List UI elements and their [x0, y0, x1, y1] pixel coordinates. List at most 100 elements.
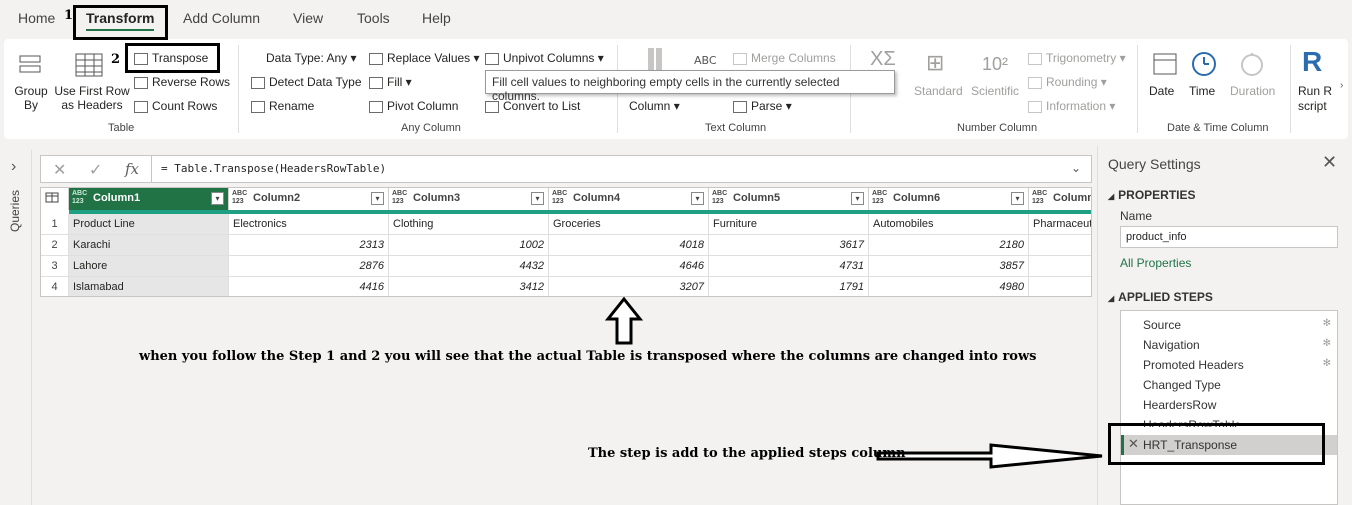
table-cell[interactable] [1029, 277, 1091, 296]
type-any-icon[interactable]: ABC 123 [552, 190, 567, 206]
column-header[interactable]: ABC 123 Column6 ▾ [869, 188, 1029, 210]
table-cell[interactable]: 2180 [869, 235, 1029, 256]
table-cell[interactable]: 4416 [229, 277, 389, 296]
date-button[interactable] [1152, 50, 1180, 81]
row-number[interactable]: 3 [41, 256, 69, 277]
group-by-button[interactable] [14, 52, 48, 81]
tab-view[interactable]: View [293, 10, 323, 26]
pivot-column-button[interactable]: Pivot Column [369, 99, 458, 113]
table-cell[interactable]: 2313 [229, 235, 389, 256]
parse-button[interactable]: Parse ▾ [733, 99, 792, 113]
table-cell[interactable]: Groceries [549, 214, 709, 235]
table-cell[interactable]: Product Line [69, 214, 229, 235]
row-number[interactable]: 2 [41, 235, 69, 256]
column-header[interactable]: ABC 123 Column4 ▾ [549, 188, 709, 210]
row-number[interactable]: 1 [41, 214, 69, 235]
gear-icon[interactable]: ✻ [1323, 338, 1331, 349]
table-cell[interactable]: 4432 [389, 256, 549, 277]
fill-button[interactable]: Fill ▾ [369, 75, 412, 89]
filter-dropdown-icon[interactable]: ▾ [371, 192, 384, 205]
rename-button[interactable]: Rename [251, 99, 314, 113]
scientific-button[interactable]: Scientific [971, 84, 1019, 98]
table-cell[interactable]: 4980 [869, 277, 1029, 296]
type-any-icon[interactable]: ABC 123 [872, 190, 887, 206]
step-heardersrow[interactable]: HeardersRow [1121, 395, 1337, 415]
commit-icon[interactable]: ✓ [89, 160, 102, 180]
standard-button[interactable]: Standard [914, 84, 963, 98]
all-properties-link[interactable]: All Properties [1120, 256, 1191, 270]
column-header[interactable]: ABC 123 Column3 ▾ [389, 188, 549, 210]
run-r-script-button[interactable]: Run R script [1298, 84, 1332, 114]
table-cell[interactable]: Islamabad [69, 277, 229, 296]
table-cell[interactable]: 3857 [869, 256, 1029, 277]
table-cell[interactable]: Clothing [389, 214, 549, 235]
table-cell[interactable]: Lahore [69, 256, 229, 277]
gear-icon[interactable]: ✻ [1323, 318, 1331, 329]
type-any-icon[interactable]: ABC 123 [1032, 190, 1047, 206]
tab-add-column[interactable]: Add Column [183, 10, 260, 26]
table-cell[interactable]: Pharmaceuticals [1029, 214, 1091, 235]
expand-formula-icon[interactable]: ⌄ [1071, 161, 1081, 175]
table-cell[interactable]: 4018 [549, 235, 709, 256]
filter-dropdown-icon[interactable]: ▾ [851, 192, 864, 205]
column-header[interactable]: ABC 123 Column7 [1029, 188, 1091, 210]
time-button[interactable] [1190, 50, 1218, 81]
formula-bar[interactable]: ✕ ✓ fx = Table.Transpose(HeadersRowTable… [40, 155, 1092, 183]
properties-header[interactable]: ◢ PROPERTIES [1108, 188, 1196, 202]
queries-label[interactable]: Queries [8, 190, 22, 232]
table-cell[interactable] [1029, 256, 1091, 277]
detect-data-type-button[interactable]: Detect Data Type [251, 75, 362, 89]
table-cell[interactable] [1029, 235, 1091, 256]
table-cell[interactable]: 1791 [709, 277, 869, 296]
step-navigation[interactable]: Navigation ✻ [1121, 335, 1337, 355]
table-cell[interactable]: 1002 [389, 235, 549, 256]
table-cell[interactable]: 3412 [389, 277, 549, 296]
column-header[interactable]: ABC 123 Column1 ▾ [69, 188, 229, 210]
table-cell[interactable]: Karachi [69, 235, 229, 256]
information-button[interactable]: Information ▾ [1028, 99, 1115, 113]
expand-queries-icon[interactable]: › [11, 158, 16, 176]
column-header[interactable]: ABC 123 Column5 ▾ [709, 188, 869, 210]
tab-tools[interactable]: Tools [357, 10, 390, 26]
type-any-icon[interactable]: ABC 123 [712, 190, 727, 206]
tab-home[interactable]: Home [18, 10, 55, 26]
table-cell[interactable]: Electronics [229, 214, 389, 235]
rounding-button[interactable]: Rounding ▾ [1028, 75, 1107, 89]
step-source[interactable]: Source ✻ [1121, 315, 1337, 335]
type-any-icon[interactable]: ABC 123 [72, 190, 87, 206]
merge-columns-button[interactable]: Merge Columns [733, 51, 836, 65]
close-icon[interactable]: ✕ [1322, 152, 1337, 173]
data-type-dropdown[interactable]: Data Type: Any ▾ [251, 51, 357, 65]
replace-values-button[interactable]: Replace Values ▾ [369, 51, 480, 65]
table-cell[interactable]: 3207 [549, 277, 709, 296]
table-cell[interactable]: 4731 [709, 256, 869, 277]
filter-dropdown-icon[interactable]: ▾ [531, 192, 544, 205]
type-any-icon[interactable]: ABC 123 [232, 190, 247, 206]
reverse-rows-button[interactable]: Reverse Rows [134, 75, 230, 89]
formula-text[interactable]: = Table.Transpose(HeadersRowTable) [161, 162, 386, 175]
column-header[interactable]: ABC 123 Column2 ▾ [229, 188, 389, 210]
gear-icon[interactable]: ✻ [1323, 358, 1331, 369]
table-menu-icon[interactable] [41, 188, 69, 210]
table-cell[interactable]: 4646 [549, 256, 709, 277]
table-cell[interactable]: Furniture [709, 214, 869, 235]
cancel-icon[interactable]: ✕ [53, 160, 66, 180]
use-first-row-button[interactable] [74, 52, 106, 83]
trigonometry-button[interactable]: Trigonometry ▾ [1028, 51, 1126, 65]
applied-steps-header[interactable]: ◢ APPLIED STEPS [1108, 290, 1213, 304]
table-cell[interactable]: 3617 [709, 235, 869, 256]
ribbon-scroll-right-icon[interactable]: › [1340, 80, 1343, 91]
query-name-input[interactable]: product_info [1120, 226, 1338, 248]
filter-dropdown-icon[interactable]: ▾ [1011, 192, 1024, 205]
type-any-icon[interactable]: ABC 123 [392, 190, 407, 206]
duration-button[interactable] [1238, 50, 1266, 81]
filter-dropdown-icon[interactable]: ▾ [691, 192, 704, 205]
table-cell[interactable]: 2876 [229, 256, 389, 277]
filter-dropdown-icon[interactable]: ▾ [211, 192, 224, 205]
row-number[interactable]: 4 [41, 277, 69, 296]
tab-help[interactable]: Help [422, 10, 451, 26]
count-rows-button[interactable]: Count Rows [134, 99, 217, 113]
table-cell[interactable]: Automobiles [869, 214, 1029, 235]
unpivot-columns-button[interactable]: Unpivot Columns ▾ [485, 51, 604, 65]
step-changed-type[interactable]: Changed Type [1121, 375, 1337, 395]
